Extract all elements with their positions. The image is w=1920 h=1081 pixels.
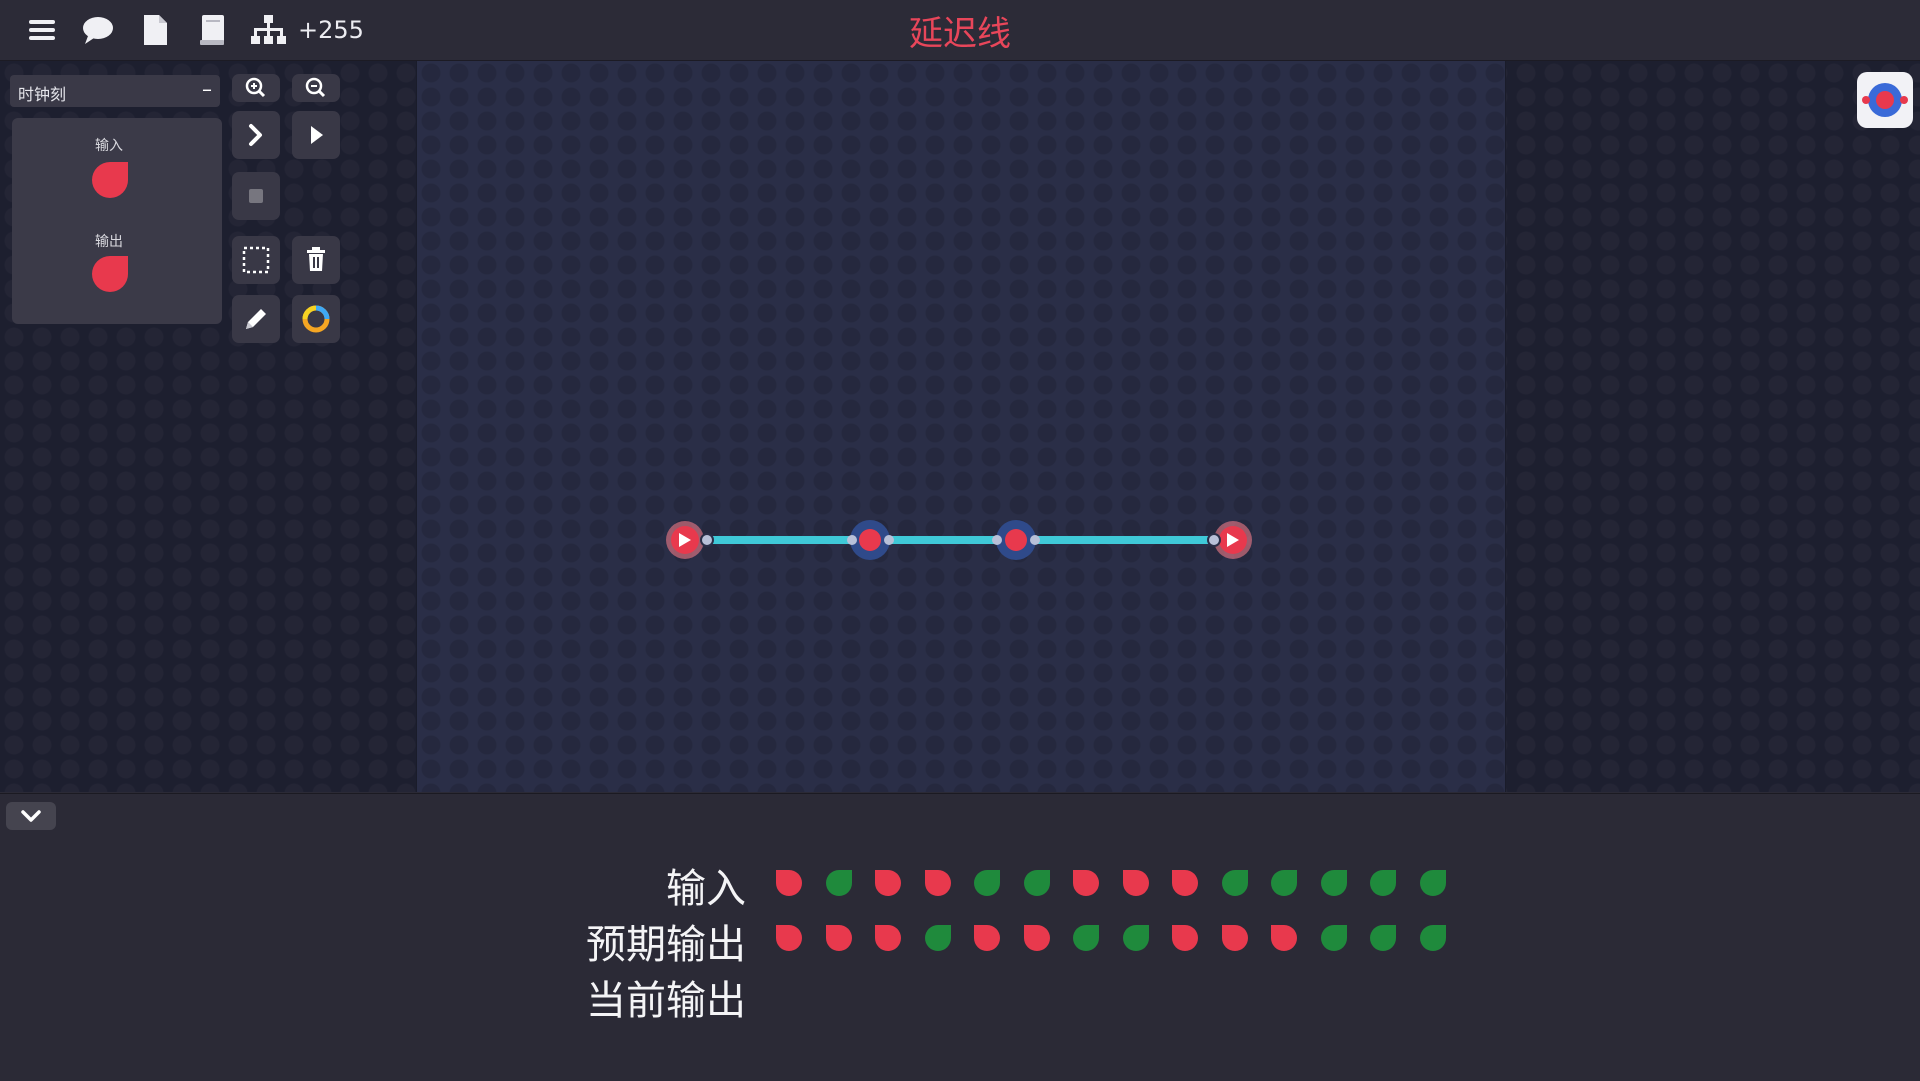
signal-high [924,925,951,951]
zoom-in-button[interactable] [232,74,280,102]
workspace[interactable] [0,61,1920,792]
input-label: 输入 [95,138,123,154]
level-title: 延迟线 [909,14,1011,54]
row-label-input: 输入 [666,866,746,912]
circuit [666,520,1252,560]
stop-icon [249,189,263,203]
component-icon [1862,83,1908,117]
play-icon [311,126,323,144]
play-button[interactable] [292,111,340,159]
signal-high [1023,870,1050,896]
signal-high [1122,925,1149,951]
top-bar: +255 延迟线 [0,0,1920,61]
input-node[interactable] [666,521,714,559]
row-label-current-output: 当前输出 [586,978,746,1024]
delay-node[interactable] [992,520,1040,560]
step-icon [249,124,262,146]
output-label: 输出 [95,234,123,250]
clock-collapse-button[interactable]: – [202,77,212,101]
select-icon [242,246,270,274]
signal-high [1370,925,1396,951]
pencil-icon [246,309,266,329]
workspace-right-area [1504,61,1920,792]
signal-low [875,925,901,951]
signal-high [1073,925,1099,951]
zoom-in-icon [245,77,266,98]
signal-high [974,870,1000,896]
step-button[interactable] [232,111,280,159]
component-badge[interactable] [1857,72,1913,128]
output-component[interactable] [90,254,130,294]
signal-high [1271,870,1297,896]
signal-low [1172,925,1198,951]
signal-high [1320,925,1347,951]
collapse-button[interactable] [6,802,56,830]
output-node[interactable] [1207,521,1252,559]
signal-low [776,925,802,951]
signal-high [1370,870,1396,896]
signal-low [875,870,901,896]
trash-icon [307,247,325,271]
io-panel: 输入 输出 [12,118,222,324]
signal-high [825,870,852,896]
color-wheel-icon [302,305,330,333]
edit-button[interactable] [232,295,280,343]
signal-low [1073,870,1099,896]
signal-low [1271,925,1297,951]
signal-low [825,925,852,951]
select-button[interactable] [232,236,280,284]
signal-high [1419,925,1446,951]
stop-button[interactable] [232,172,280,220]
signal-low [924,870,951,896]
signal-low [974,925,1000,951]
color-button[interactable] [292,295,340,343]
signal-low [1023,925,1050,951]
signal-low [1221,925,1248,951]
test-panel: 输入 预期输出 当前输出 [0,793,1920,1081]
delete-button[interactable] [292,236,340,284]
input-component[interactable] [90,160,130,200]
delay-node[interactable] [847,520,894,560]
clock-label: 时钟刻 [18,85,67,104]
zoom-out-button[interactable] [292,74,340,102]
signal-low [776,870,802,896]
row-label-expected-output: 预期输出 [586,922,746,968]
signal-low [1122,870,1149,896]
zoom-out-icon [305,77,326,98]
clock-select[interactable]: 时钟刻 – [10,75,220,107]
signal-high [1320,870,1347,896]
circuit-board[interactable] [416,61,1506,792]
signal-high [1419,870,1446,896]
signal-low [1172,870,1198,896]
signal-high [1221,870,1248,896]
chevron-down-icon [21,810,41,822]
